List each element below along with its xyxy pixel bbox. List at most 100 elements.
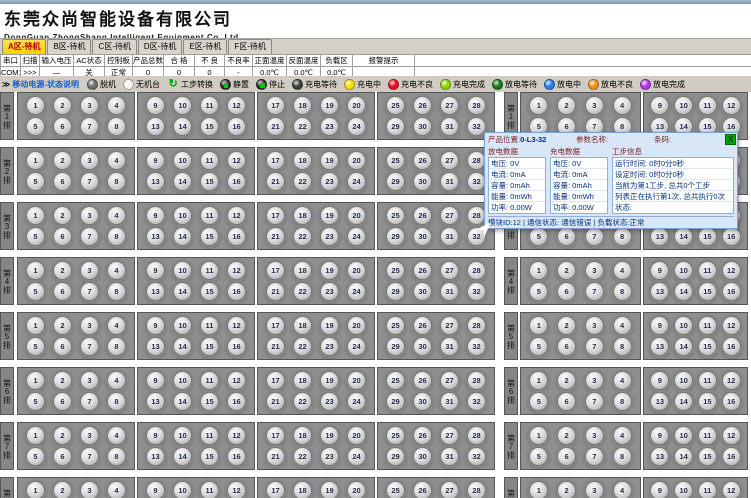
channel-button[interactable]: 16: [722, 282, 741, 301]
channel-button[interactable]: 19: [320, 371, 339, 390]
channel-button[interactable]: 18: [293, 151, 312, 170]
channel-button[interactable]: 17: [266, 151, 285, 170]
channel-button[interactable]: 18: [293, 96, 312, 115]
channel-button[interactable]: 31: [440, 337, 459, 356]
channel-button[interactable]: 21: [266, 337, 285, 356]
channel-button[interactable]: 9: [650, 371, 669, 390]
channel-button[interactable]: 8: [613, 337, 632, 356]
channel-button[interactable]: 6: [557, 447, 576, 466]
channel-button[interactable]: 11: [698, 316, 717, 335]
channel-button[interactable]: 4: [613, 481, 632, 498]
channel-button[interactable]: 17: [266, 206, 285, 225]
tab-zone-4[interactable]: E区-待机: [183, 39, 227, 54]
channel-button[interactable]: 11: [200, 261, 219, 280]
channel-button[interactable]: 3: [585, 96, 604, 115]
channel-button[interactable]: 3: [80, 96, 99, 115]
tab-zone-3[interactable]: D区-待机: [138, 39, 182, 54]
channel-button[interactable]: 13: [146, 227, 165, 246]
channel-button[interactable]: 11: [200, 481, 219, 498]
channel-button[interactable]: 1: [529, 426, 548, 445]
channel-button[interactable]: 28: [467, 261, 486, 280]
channel-button[interactable]: 11: [200, 316, 219, 335]
channel-button[interactable]: 10: [173, 96, 192, 115]
channel-button[interactable]: 9: [650, 316, 669, 335]
channel-button[interactable]: 4: [613, 316, 632, 335]
channel-button[interactable]: 17: [266, 261, 285, 280]
channel-button[interactable]: 3: [585, 261, 604, 280]
channel-button[interactable]: 26: [413, 481, 432, 498]
channel-button[interactable]: 3: [80, 151, 99, 170]
channel-button[interactable]: 11: [698, 426, 717, 445]
channel-button[interactable]: 10: [173, 371, 192, 390]
channel-button[interactable]: 13: [650, 392, 669, 411]
channel-button[interactable]: 10: [674, 481, 693, 498]
channel-button[interactable]: 18: [293, 481, 312, 498]
channel-button[interactable]: 2: [53, 481, 72, 498]
channel-button[interactable]: 1: [26, 481, 45, 498]
channel-button[interactable]: 11: [200, 371, 219, 390]
channel-button[interactable]: 5: [529, 282, 548, 301]
channel-button[interactable]: 28: [467, 426, 486, 445]
channel-button[interactable]: 8: [107, 392, 126, 411]
channel-button[interactable]: 2: [53, 206, 72, 225]
channel-button[interactable]: 5: [26, 282, 45, 301]
popup-close-button[interactable]: X: [725, 134, 736, 145]
channel-button[interactable]: 6: [53, 117, 72, 136]
channel-button[interactable]: 19: [320, 206, 339, 225]
channel-button[interactable]: 29: [386, 282, 405, 301]
channel-button[interactable]: 12: [722, 371, 741, 390]
channel-button[interactable]: 16: [227, 172, 246, 191]
channel-button[interactable]: 7: [585, 447, 604, 466]
channel-button[interactable]: 3: [80, 371, 99, 390]
channel-button[interactable]: 10: [674, 96, 693, 115]
channel-button[interactable]: 13: [146, 282, 165, 301]
channel-button[interactable]: 5: [26, 392, 45, 411]
channel-button[interactable]: 10: [674, 371, 693, 390]
channel-button[interactable]: 25: [386, 261, 405, 280]
channel-button[interactable]: 21: [266, 227, 285, 246]
channel-button[interactable]: 1: [26, 151, 45, 170]
channel-button[interactable]: 7: [80, 392, 99, 411]
channel-button[interactable]: 11: [200, 426, 219, 445]
channel-button[interactable]: 18: [293, 206, 312, 225]
channel-button[interactable]: 14: [674, 227, 693, 246]
channel-button[interactable]: 16: [227, 337, 246, 356]
channel-button[interactable]: 16: [722, 227, 741, 246]
channel-button[interactable]: 9: [146, 261, 165, 280]
channel-button[interactable]: 21: [266, 117, 285, 136]
channel-button[interactable]: 15: [200, 282, 219, 301]
channel-button[interactable]: 5: [26, 117, 45, 136]
channel-button[interactable]: 16: [227, 227, 246, 246]
channel-button[interactable]: 7: [585, 392, 604, 411]
channel-button[interactable]: 2: [53, 316, 72, 335]
channel-button[interactable]: 2: [53, 426, 72, 445]
channel-button[interactable]: 1: [529, 371, 548, 390]
channel-button[interactable]: 30: [413, 447, 432, 466]
channel-button[interactable]: 4: [107, 426, 126, 445]
channel-button[interactable]: 4: [613, 371, 632, 390]
channel-button[interactable]: 19: [320, 426, 339, 445]
channel-button[interactable]: 31: [440, 227, 459, 246]
channel-button[interactable]: 28: [467, 371, 486, 390]
channel-button[interactable]: 3: [585, 426, 604, 445]
channel-button[interactable]: 3: [80, 206, 99, 225]
channel-button[interactable]: 20: [347, 206, 366, 225]
channel-button[interactable]: 8: [107, 227, 126, 246]
channel-button[interactable]: 11: [698, 96, 717, 115]
channel-button[interactable]: 32: [467, 282, 486, 301]
channel-button[interactable]: 4: [107, 481, 126, 498]
channel-button[interactable]: 14: [173, 227, 192, 246]
channel-button[interactable]: 15: [200, 337, 219, 356]
channel-button[interactable]: 16: [227, 392, 246, 411]
channel-button[interactable]: 26: [413, 316, 432, 335]
channel-button[interactable]: 12: [722, 426, 741, 445]
channel-button[interactable]: 9: [650, 481, 669, 498]
channel-button[interactable]: 11: [698, 481, 717, 498]
channel-button[interactable]: 14: [674, 282, 693, 301]
channel-button[interactable]: 20: [347, 96, 366, 115]
channel-button[interactable]: 25: [386, 481, 405, 498]
channel-button[interactable]: 24: [347, 117, 366, 136]
channel-button[interactable]: 1: [26, 261, 45, 280]
channel-button[interactable]: 22: [293, 117, 312, 136]
channel-button[interactable]: 5: [26, 172, 45, 191]
